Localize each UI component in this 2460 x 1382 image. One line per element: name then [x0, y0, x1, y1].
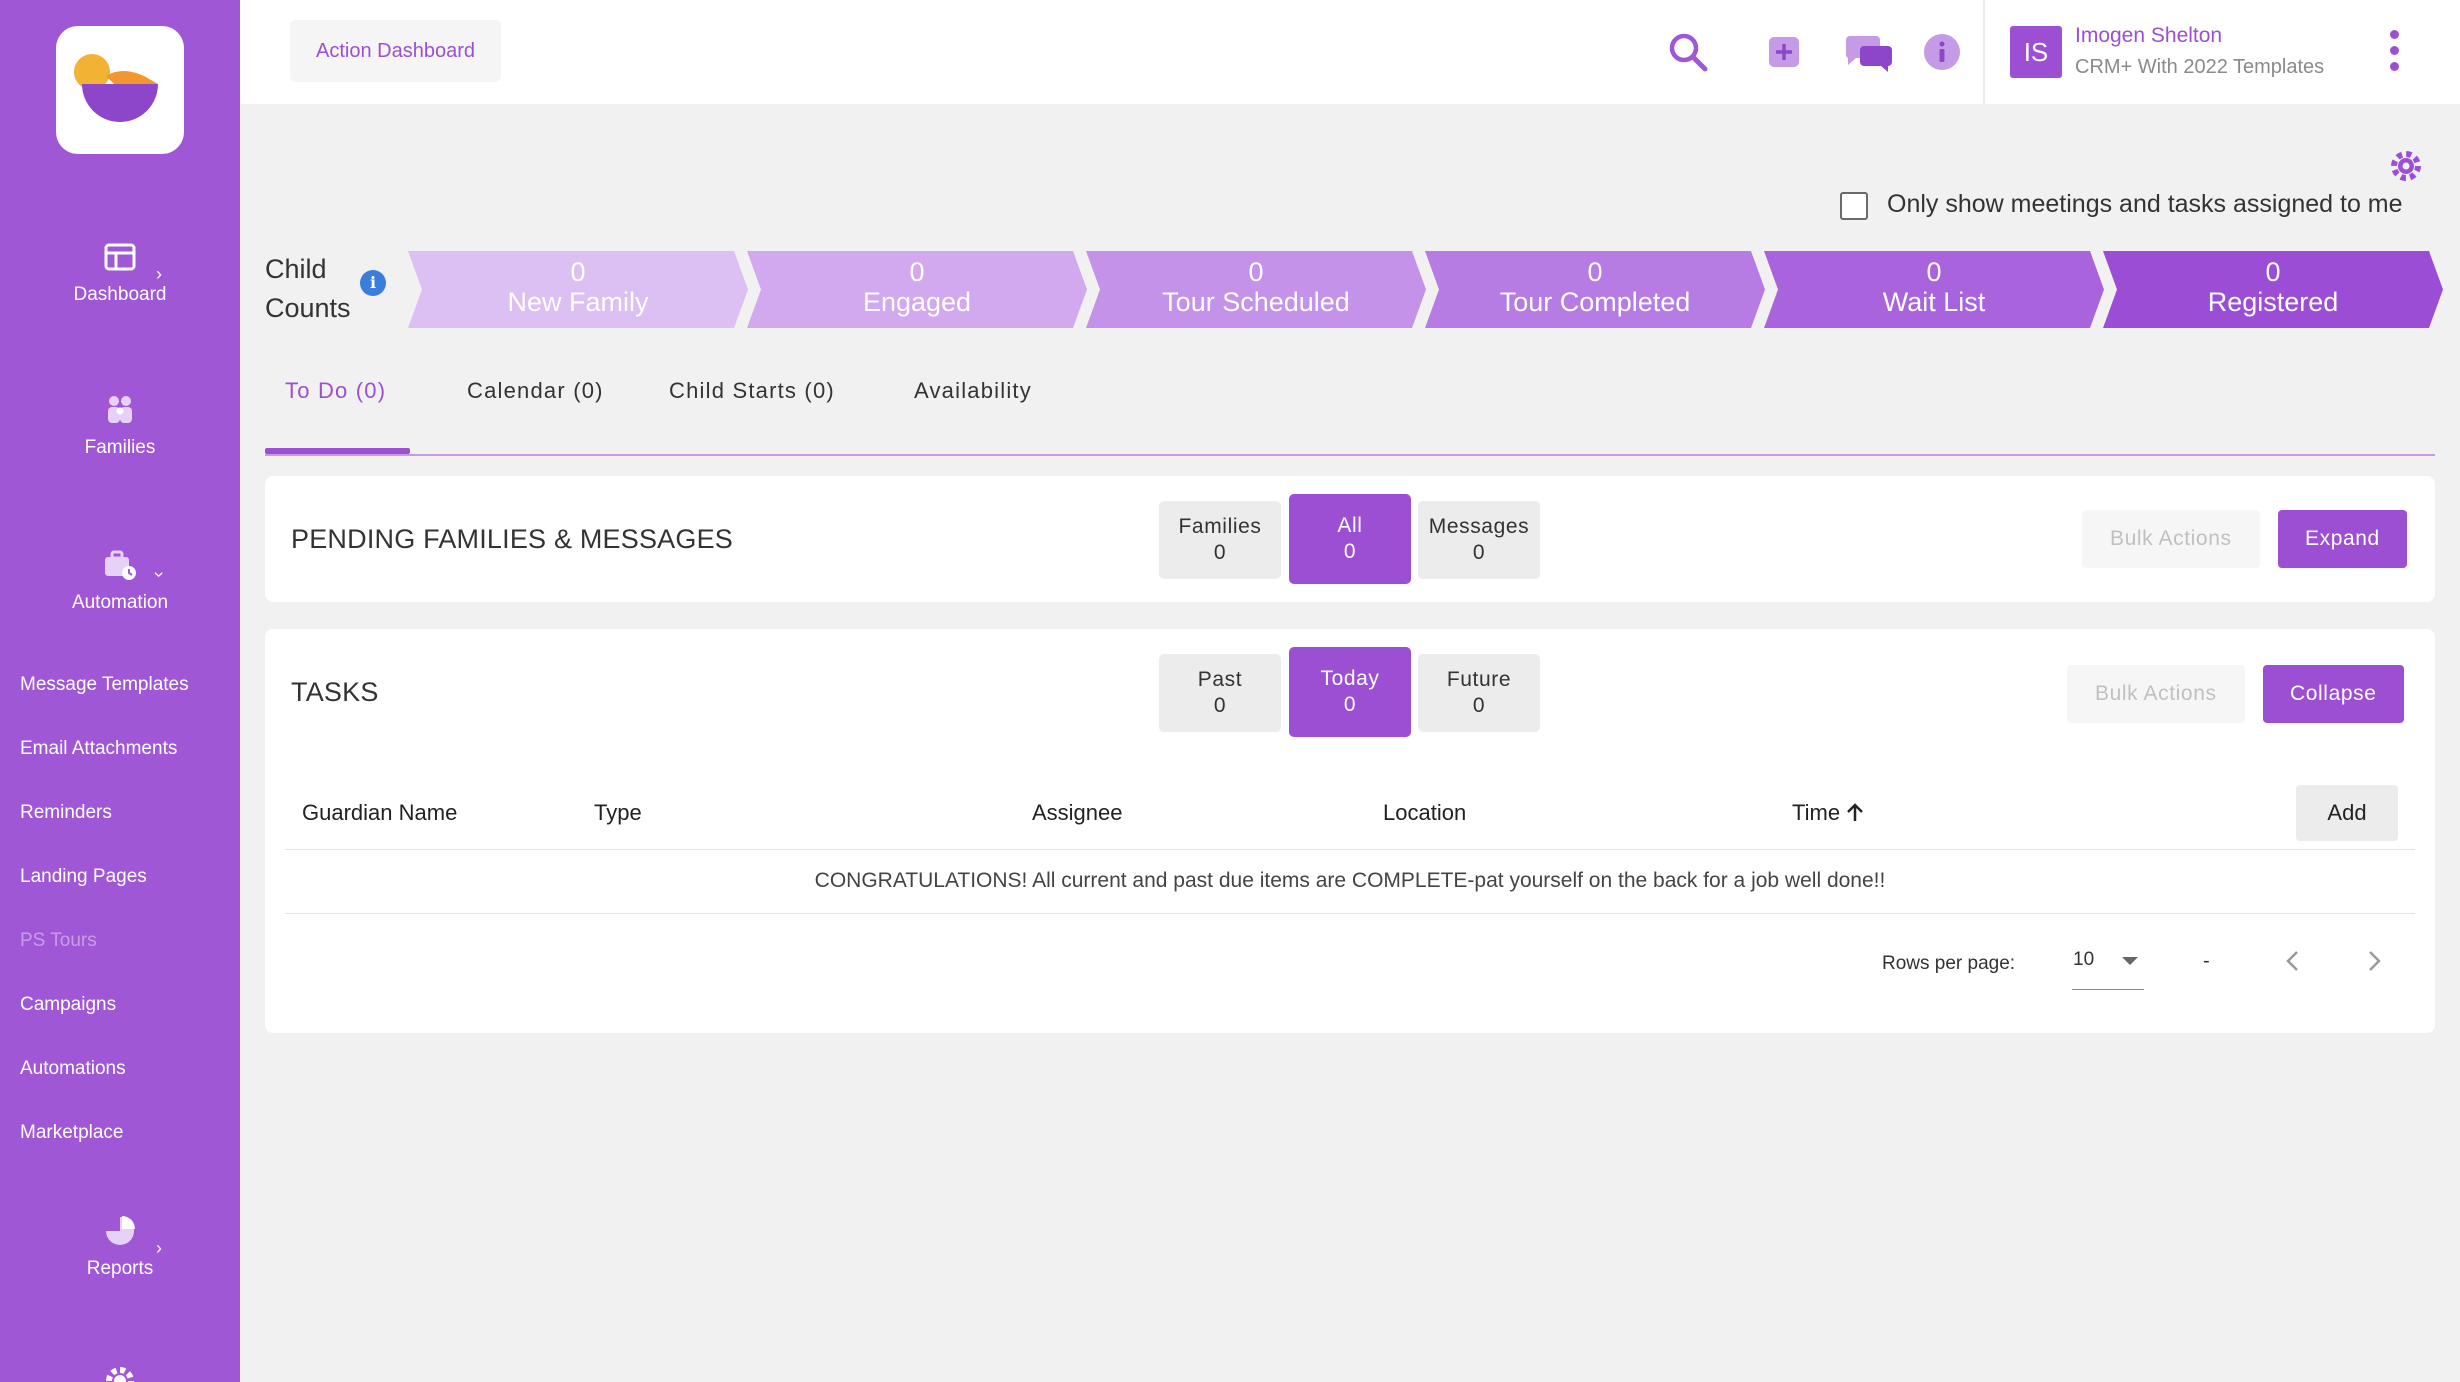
next-page-icon[interactable]	[2357, 944, 2391, 978]
add-task-button[interactable]: Add	[2296, 785, 2398, 841]
rows-per-page-label: Rows per page:	[1882, 953, 2016, 974]
rows-per-page-select[interactable]: 10	[2072, 945, 2144, 990]
sidebar-item-label: Dashboard	[73, 284, 167, 305]
sidebar-item-label: Automation	[71, 592, 169, 613]
column-guardian-name[interactable]: Guardian Name	[302, 800, 457, 826]
segment-future[interactable]: Future 0	[1418, 654, 1540, 732]
segment-past[interactable]: Past 0	[1159, 654, 1281, 732]
top-bar: Action Dashboard IS Imogen Shelton CRM+ …	[240, 0, 2460, 104]
reports-icon	[106, 1216, 135, 1245]
expand-button[interactable]: Expand	[2278, 510, 2407, 568]
divider	[285, 849, 2415, 850]
user-organization: CRM+ With 2022 Templates	[2075, 56, 2325, 78]
divider	[285, 913, 2415, 914]
sidebar-item-families[interactable]: Families	[0, 393, 240, 459]
tab-bar: To Do (0) Calendar (0) Child Starts (0) …	[265, 362, 2435, 456]
empty-state-message: CONGRATULATIONS! All current and past du…	[814, 869, 1886, 892]
chat-icon[interactable]	[1842, 30, 1896, 74]
logo-mark-icon	[74, 54, 158, 122]
stage-engaged[interactable]: 0 Engaged	[747, 251, 1087, 328]
segment-families[interactable]: Families 0	[1159, 501, 1281, 579]
families-icon	[108, 396, 132, 423]
column-type[interactable]: Type	[594, 800, 642, 826]
tasks-title: TASKS	[291, 677, 379, 707]
sidebar-item-email-attachments[interactable]: Email Attachments	[20, 738, 177, 760]
stage-tour-completed[interactable]: 0 Tour Completed	[1425, 251, 1765, 328]
column-time[interactable]: Time	[1792, 800, 1864, 826]
more-options-icon[interactable]	[2387, 30, 2401, 76]
sidebar-item-label: Reports	[86, 1258, 154, 1279]
stage-tour-scheduled[interactable]: 0 Tour Scheduled	[1086, 251, 1426, 328]
column-location[interactable]: Location	[1383, 800, 1466, 826]
sidebar-item-marketplace[interactable]: Marketplace	[20, 1122, 124, 1144]
chevron-right-icon: ›	[156, 1238, 162, 1258]
dashboard-icon	[104, 243, 136, 271]
segment-messages[interactable]: Messages 0	[1418, 501, 1540, 579]
collapse-button[interactable]: Collapse	[2263, 665, 2404, 723]
sidebar-item-reports[interactable]: Reports ›	[0, 1214, 240, 1280]
sidebar-item-dashboard[interactable]: Dashboard ›	[0, 240, 240, 306]
avatar[interactable]: IS	[2010, 26, 2062, 78]
chevron-down-icon: ›	[149, 571, 170, 578]
stage-new-family[interactable]: 0 New Family	[408, 251, 748, 328]
settings-gear-icon[interactable]	[2388, 148, 2424, 184]
sidebar: Dashboard › Families Automation › Messag…	[0, 0, 240, 1382]
sidebar-item-ps-tours[interactable]: PS Tours	[20, 930, 97, 952]
pending-title: PENDING FAMILIES & MESSAGES	[291, 524, 734, 554]
sidebar-item-reminders[interactable]: Reminders	[20, 802, 112, 824]
child-counts-title: Child Counts	[265, 254, 351, 323]
active-tab-indicator	[265, 448, 410, 454]
divider	[1983, 0, 1985, 104]
automation-icon	[105, 550, 136, 580]
sidebar-item-label: Families	[84, 437, 156, 458]
assigned-only-label[interactable]: Only show meetings and tasks assigned to…	[1887, 190, 2403, 219]
tab-availability[interactable]: Availability	[914, 378, 1032, 404]
segment-all[interactable]: All 0	[1289, 494, 1411, 584]
tab-calendar[interactable]: Calendar (0)	[467, 378, 604, 404]
caret-down-icon	[2122, 957, 2138, 965]
sidebar-item-automations[interactable]: Automations	[20, 1058, 126, 1080]
pending-card: PENDING FAMILIES & MESSAGES Families 0 A…	[265, 476, 2435, 602]
sidebar-item-campaigns[interactable]: Campaigns	[20, 994, 116, 1016]
sidebar-item-message-templates[interactable]: Message Templates	[20, 674, 189, 696]
user-name[interactable]: Imogen Shelton	[2075, 24, 2222, 48]
info-icon[interactable]	[1920, 30, 1964, 74]
bulk-actions-button[interactable]: Bulk Actions	[2067, 665, 2245, 723]
info-icon[interactable]: i	[360, 270, 386, 296]
app-logo[interactable]	[56, 26, 184, 154]
settings-gear-icon[interactable]	[103, 1364, 137, 1382]
stage-wait-list[interactable]: 0 Wait List	[1764, 251, 2104, 328]
tab-todo[interactable]: To Do (0)	[285, 378, 386, 404]
sidebar-item-automation[interactable]: Automation ›	[0, 548, 240, 614]
previous-page-icon[interactable]	[2276, 944, 2310, 978]
search-icon[interactable]	[1666, 30, 1710, 74]
chevron-right-icon: ›	[156, 264, 162, 284]
add-icon[interactable]	[1762, 30, 1806, 74]
assigned-only-checkbox[interactable]	[1840, 192, 1868, 220]
column-assignee[interactable]: Assignee	[1032, 800, 1123, 826]
page-range: -	[2203, 950, 2210, 972]
breadcrumb[interactable]: Action Dashboard	[290, 20, 501, 82]
sidebar-item-landing-pages[interactable]: Landing Pages	[20, 866, 147, 888]
bulk-actions-button[interactable]: Bulk Actions	[2082, 510, 2260, 568]
sort-ascending-icon	[1847, 803, 1864, 821]
segment-today[interactable]: Today 0	[1289, 647, 1411, 737]
tab-child-starts[interactable]: Child Starts (0)	[669, 378, 835, 404]
stage-registered[interactable]: 0 Registered	[2103, 251, 2443, 328]
